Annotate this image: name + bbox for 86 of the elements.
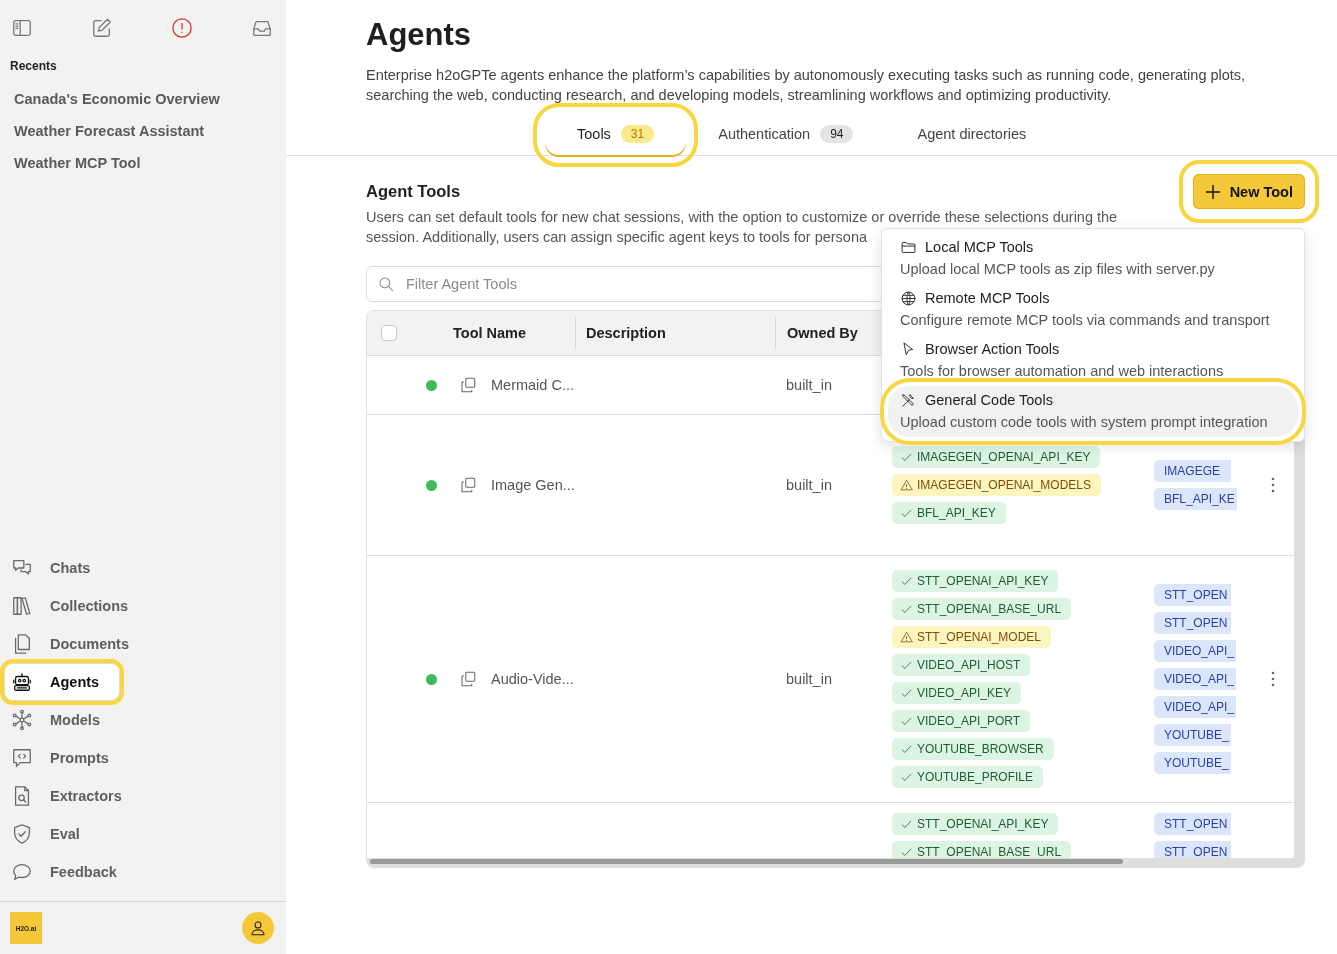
column-header[interactable]: Tool Name (453, 325, 527, 341)
copy-icon (459, 376, 477, 394)
tool-name: Image Gen... (491, 477, 575, 493)
column-header[interactable]: Description (586, 325, 666, 341)
owner-text: built_in (786, 671, 832, 687)
key-tag: STT_OPENAI_BASE_URL (892, 841, 1072, 858)
more-options-icon[interactable] (1270, 671, 1275, 687)
select-all-checkbox[interactable] (381, 325, 397, 341)
new-tool-button[interactable]: New Tool (1192, 174, 1305, 209)
network-icon (11, 709, 33, 731)
person-icon (249, 919, 267, 937)
sidebar-toggle-icon[interactable] (11, 17, 33, 39)
more-options-icon[interactable] (1270, 477, 1275, 493)
recent-chat-link[interactable]: Weather Forecast Assistant (0, 115, 205, 147)
tool-name: Mermaid C... (491, 377, 574, 393)
assigned-key-tag: BFL_API_KE (1154, 488, 1237, 510)
robot-icon (11, 671, 33, 693)
assigned-key-tag: VIDEO_API_ (1154, 640, 1237, 662)
description-line: session. Additionally, users can assign specific agent keys to tools for persona (366, 228, 868, 247)
books-icon (11, 595, 33, 617)
count-badge: 94 (820, 125, 854, 143)
nav-item[interactable]: Feedback (4, 853, 131, 891)
owner-text: built_in (786, 477, 832, 493)
key-tag: STT_OPENAI_MODEL (892, 626, 1052, 648)
count-badge: 31 (620, 125, 655, 143)
key-tag: STT_OPENAI_BASE_URL (892, 598, 1072, 620)
menu-item-description: Configure remote MCP tools via commands and transport (900, 311, 1271, 330)
tab[interactable]: Authentication 94 (686, 115, 886, 155)
key-tag: STT_OPENAI_API_KEY (892, 813, 1059, 835)
key-tag: BFL_API_KEY (892, 502, 1006, 524)
tools-icon (900, 391, 917, 409)
warning-icon (900, 630, 913, 644)
assigned-key-tag: STT_OPEN (1154, 841, 1231, 858)
user-avatar[interactable] (242, 912, 274, 944)
assigned-key-tag: STT_OPEN (1154, 813, 1231, 835)
nav-item[interactable]: Extractors (4, 777, 136, 815)
assigned-key-tag: YOUTUBE_ (1154, 752, 1231, 774)
key-tag: IMAGEGEN_OPENAI_MODELS (892, 474, 1102, 496)
code-bubble-icon (11, 747, 33, 769)
key-tag: VIDEO_API_KEY (892, 682, 1022, 704)
nav-item[interactable]: Prompts (4, 739, 123, 777)
recents-heading: Recents (10, 59, 58, 73)
assigned-key-tag: IMAGEGE (1154, 460, 1231, 482)
page-description: Enterprise h2oGPTe agents enhance the platform’s capabilities by autonomously executing tasks such as running code, generating plots, searching the web, conducting research, and developing models, streamlining workflows and optimizing productivity. (366, 66, 1247, 105)
assigned-key-tag: VIDEO_API_ (1154, 668, 1237, 690)
key-tag: YOUTUBE_PROFILE (892, 766, 1044, 788)
key-tag: IMAGEGEN_OPENAI_API_KEY (892, 446, 1101, 468)
alert-icon[interactable] (171, 17, 193, 39)
nav-item[interactable]: Chats (4, 549, 105, 587)
page-title: Agents (366, 16, 473, 54)
menu-item-title: Browser Action Tools (925, 340, 1060, 359)
assigned-key-tag: STT_OPEN (1154, 584, 1231, 606)
assigned-key-tag: VIDEO_API_ (1154, 696, 1237, 718)
menu-item-description: Upload custom code tools with system prompt integration (900, 413, 1269, 432)
key-tag: YOUTUBE_BROWSER (892, 738, 1054, 760)
section-title: Agent Tools (366, 182, 461, 201)
nav-item[interactable]: Eval (4, 815, 94, 853)
copy-icon (459, 670, 477, 688)
assigned-key-tag: STT_OPEN (1154, 612, 1231, 634)
owner-text: built_in (786, 377, 832, 393)
nav-item[interactable]: Collections (4, 587, 143, 625)
menu-item-description: Tools for browser automation and web interactions (900, 362, 1225, 381)
key-tag: STT_OPENAI_API_KEY (892, 570, 1059, 592)
menu-item[interactable]: Browser Action Tools Tools for browser automation and web interactions (888, 335, 1298, 386)
menu-item-title: General Code Tools (925, 391, 1053, 410)
nav-item[interactable]: Documents (4, 625, 143, 663)
key-tag: VIDEO_API_HOST (892, 654, 1031, 676)
edit-icon[interactable] (91, 17, 113, 39)
key-tag: VIDEO_API_PORT (892, 710, 1031, 732)
description-line: Users can set default tools for new chat sessions, with the option to customize or override these selections during the (366, 208, 1118, 227)
copy-icon (459, 476, 477, 494)
shield-check-icon (11, 823, 33, 845)
speech-bubble-icon (11, 861, 33, 883)
tool-name: Audio-Vide... (491, 671, 574, 687)
plus-icon (1204, 183, 1221, 200)
assigned-key-tag: YOUTUBE_ (1154, 724, 1231, 746)
warning-icon (900, 478, 913, 492)
globe-icon (900, 289, 917, 307)
recent-chat-link[interactable]: Weather MCP Tool (0, 147, 141, 179)
horizontal-scrollbar[interactable] (370, 859, 1123, 864)
tab[interactable]: Agent directories (885, 115, 1059, 155)
tab[interactable]: Tools 31 (545, 115, 687, 155)
column-header[interactable]: Owned By (787, 325, 858, 341)
recent-chat-link[interactable]: Canada's Economic Overview (0, 83, 220, 115)
nav-item[interactable]: Models (4, 701, 114, 739)
menu-item-title: Local MCP Tools (925, 238, 1034, 257)
